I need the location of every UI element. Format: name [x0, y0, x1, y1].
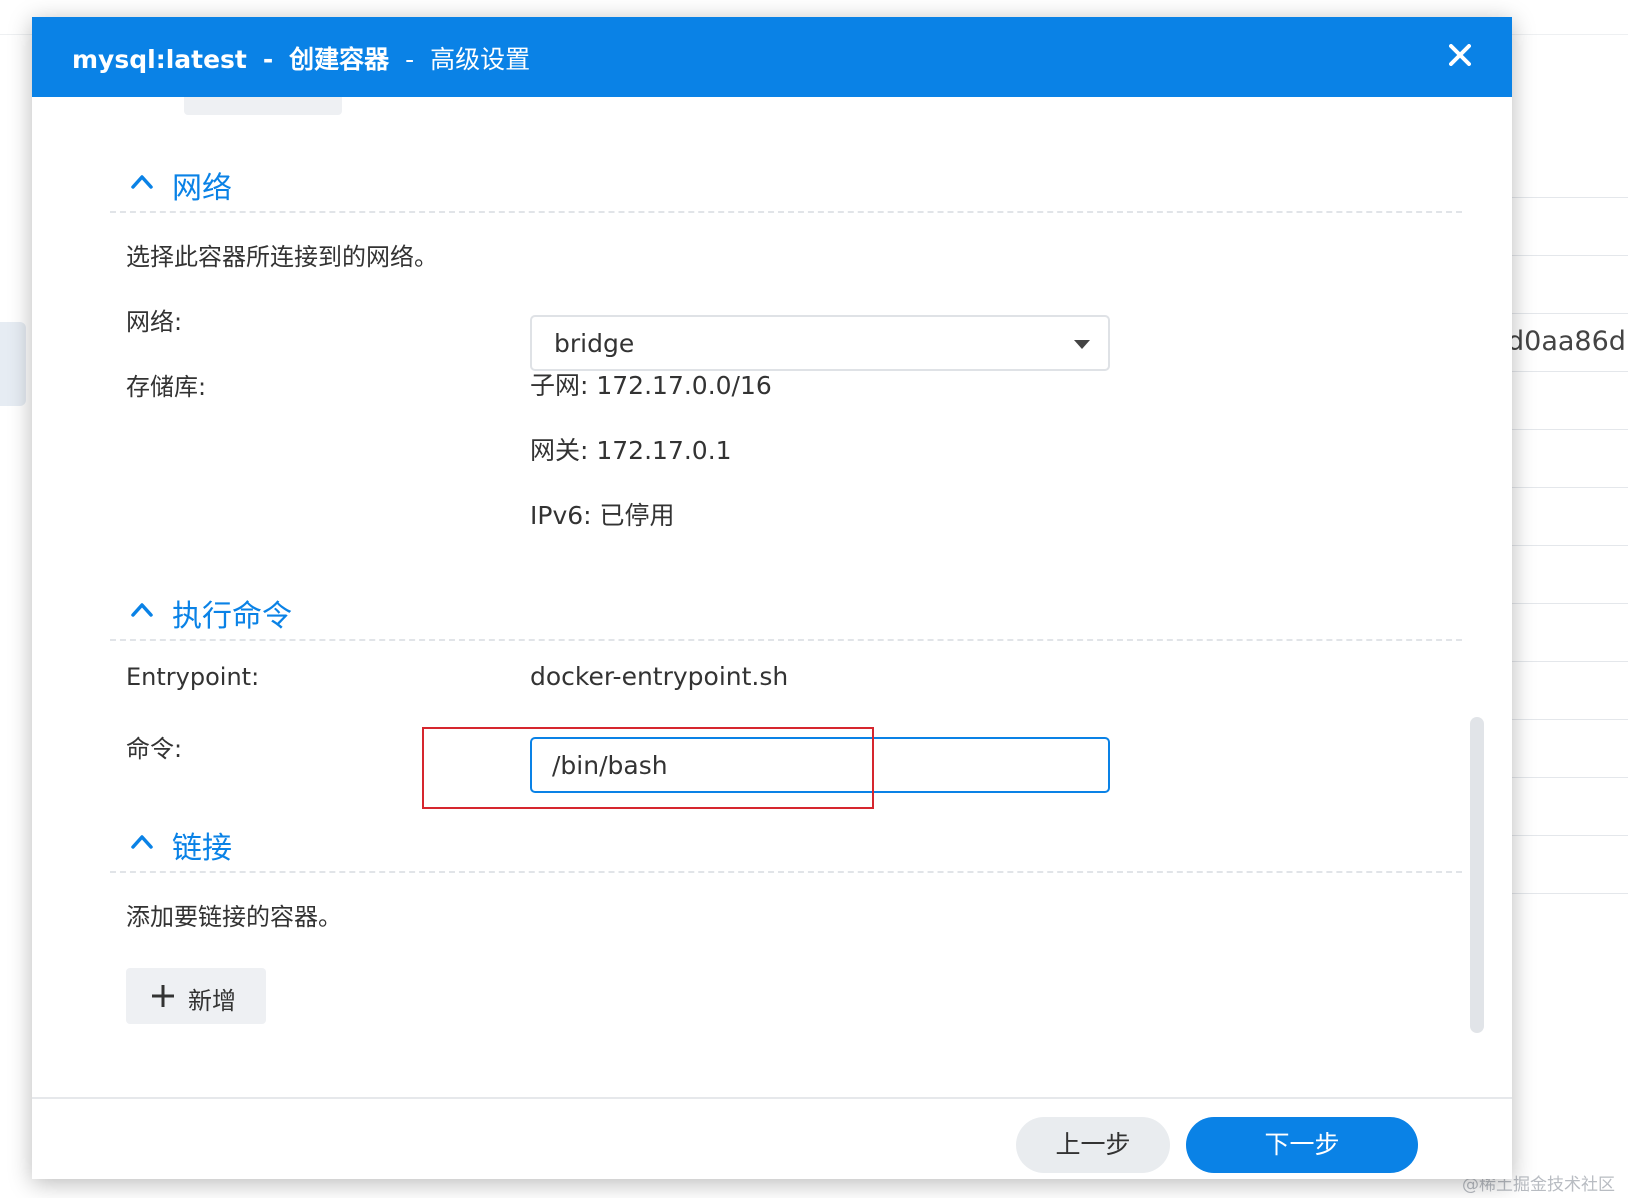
section-title-network: 网络	[172, 171, 232, 206]
close-icon	[1449, 44, 1471, 66]
background-row-divider	[1510, 545, 1628, 546]
background-row-divider	[1510, 719, 1628, 720]
dialog-titlebar: mysql:latest - 创建容器 - 高级设置	[32, 17, 1512, 97]
footer-divider	[32, 1097, 1512, 1099]
section-header-links[interactable]: 链接	[110, 817, 1462, 873]
dialog-title-separator: -	[262, 45, 274, 74]
close-button[interactable]	[1442, 37, 1478, 73]
dialog-scrollbar[interactable]	[1470, 717, 1484, 1033]
background-row-divider	[1510, 255, 1628, 256]
links-description: 添加要链接的容器。	[126, 903, 342, 931]
dialog-title: mysql:latest - 创建容器 - 高级设置	[72, 40, 530, 76]
caret-down-icon	[1074, 340, 1090, 349]
previous-step-button[interactable]: 上一步	[1016, 1117, 1170, 1173]
dialog-subtitle: 高级设置	[430, 45, 531, 74]
highlight-annotation-box	[422, 727, 874, 809]
create-container-dialog: mysql:latest - 创建容器 - 高级设置 网络 选择此容器所连接到的…	[32, 17, 1512, 1179]
network-select-value: bridge	[554, 329, 635, 358]
plus-icon	[152, 985, 174, 1007]
network-label: 网络:	[126, 308, 183, 336]
subnet-value: 子网: 172.17.0.0/16	[530, 371, 772, 400]
background-side-tab	[0, 322, 26, 406]
network-select[interactable]: bridge	[530, 315, 1110, 371]
background-row-divider	[1510, 777, 1628, 778]
background-row-divider	[1510, 197, 1628, 198]
storage-label: 存储库:	[126, 373, 207, 401]
ipv6-value: IPv6: 已停用	[530, 501, 675, 530]
section-header-network[interactable]: 网络	[110, 157, 1462, 213]
network-description: 选择此容器所连接到的网络。	[126, 243, 438, 271]
dialog-title-app: mysql:latest	[72, 45, 247, 74]
add-link-button[interactable]: 新增	[126, 968, 266, 1024]
section-title-links: 链接	[172, 831, 232, 866]
background-row-divider	[1510, 893, 1628, 894]
background-row-divider	[1510, 371, 1628, 372]
chevron-up-icon	[131, 835, 153, 849]
entrypoint-value: docker-entrypoint.sh	[530, 662, 789, 691]
background-row-divider	[1510, 661, 1628, 662]
background-container-id: d0aa86d	[1507, 326, 1626, 357]
next-step-button[interactable]: 下一步	[1186, 1117, 1418, 1173]
background-row-divider	[1510, 835, 1628, 836]
background-row-divider	[1510, 429, 1628, 430]
background-row-divider	[1510, 603, 1628, 604]
dialog-title-step: 创建容器	[289, 45, 390, 74]
background-row-divider	[1510, 313, 1628, 314]
section-header-exec[interactable]: 执行命令	[110, 585, 1462, 641]
background-row-divider	[1510, 487, 1628, 488]
entrypoint-label: Entrypoint:	[126, 663, 260, 691]
chevron-up-icon	[131, 603, 153, 617]
dialog-title-separator: -	[405, 45, 415, 74]
configure-function-button-partial[interactable]	[184, 97, 342, 115]
dialog-body: 网络 选择此容器所连接到的网络。 网络: bridge 存储库: 子网: 172…	[32, 97, 1512, 1097]
gateway-value: 网关: 172.17.0.1	[530, 436, 732, 465]
command-label: 命令:	[126, 735, 183, 763]
chevron-up-icon	[131, 175, 153, 189]
add-link-label: 新增	[188, 987, 236, 1015]
section-title-exec: 执行命令	[172, 599, 292, 634]
